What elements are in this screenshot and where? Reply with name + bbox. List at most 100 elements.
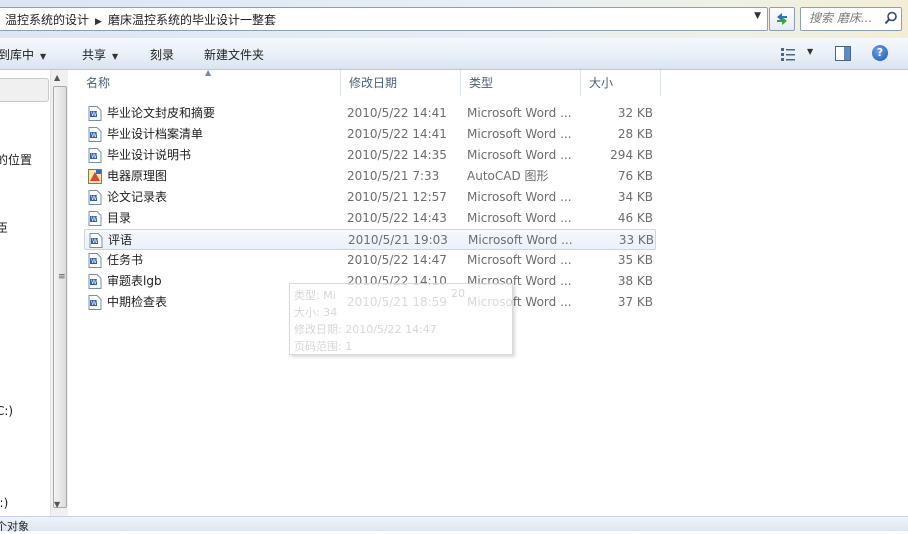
include-in-library-button[interactable]: 到库中 ▼ — [0, 46, 46, 63]
file-size: 76 KB — [617, 169, 653, 183]
grip-icon: ≡ — [58, 272, 66, 282]
nav-item-drive-i[interactable]: I:) — [0, 496, 8, 510]
command-toolbar: 到库中 ▼ 共享 ▼ 刻录 新建文件夹 ▼ ? — [0, 38, 908, 70]
column-header-size[interactable]: 大小 — [581, 70, 661, 96]
search-input[interactable] — [801, 8, 883, 28]
file-name: 评语 — [108, 233, 133, 247]
scroll-up-icon[interactable]: ▲ — [54, 73, 60, 82]
new-folder-button[interactable]: 新建文件夹 — [204, 46, 264, 63]
refresh-icon — [777, 13, 787, 25]
file-type: Microsoft Word ... — [467, 211, 572, 225]
file-date: 2010/5/21 19:03 — [348, 233, 448, 247]
file-row[interactable]: W 目录 2010/5/22 14:43 Microsoft Word ... 46 K… — [84, 208, 656, 229]
tooltip-line: 页码范围: 1 — [294, 340, 353, 353]
file-type: AutoCAD 图形 — [467, 169, 549, 183]
nav-item-computer[interactable]: 臣 — [0, 219, 8, 236]
nav-selected-item[interactable] — [0, 78, 49, 102]
svg-text:W: W — [91, 111, 97, 118]
file-name: 任务书 — [107, 253, 144, 267]
file-date: 2010/5/22 14:41 — [347, 127, 447, 141]
file-row[interactable]: W 毕业论文封皮和摘要 2010/5/22 14:41 Microsoft Word … — [84, 103, 656, 124]
svg-text:W: W — [91, 132, 97, 139]
preview-pane-button[interactable] — [835, 46, 853, 62]
column-headers: 名称 ▲ 修改日期 类型 大小 — [68, 68, 908, 96]
share-button[interactable]: 共享 ▼ — [82, 46, 118, 63]
help-button[interactable]: ? — [872, 45, 888, 61]
file-name: 电器原理图 — [107, 169, 168, 183]
navigation-pane: 的位置 臣 C:) I:) ▲ ≡ ▼ — [0, 70, 68, 516]
file-size: 34 KB — [617, 190, 653, 204]
file-type: Microsoft Word ... — [467, 106, 572, 120]
file-size: 35 KB — [617, 253, 653, 267]
file-size: 28 KB — [617, 127, 653, 141]
search-icon[interactable] — [884, 11, 898, 25]
file-size: 294 KB — [610, 148, 653, 162]
file-size: 38 KB — [617, 274, 653, 288]
tooltip-line: 修改日期: 2010/5/22 14:47 — [294, 323, 437, 336]
file-date: 2010/5/21 7:33 — [347, 169, 440, 183]
sort-ascending-icon: ▲ — [205, 68, 212, 77]
refresh-button[interactable] — [769, 7, 795, 31]
svg-text:W: W — [91, 153, 97, 160]
nav-item-locations[interactable]: 的位置 — [0, 151, 32, 168]
nav-scrollbar-thumb[interactable]: ≡ — [53, 86, 67, 508]
status-text: 个对象 — [0, 520, 29, 533]
file-name: 毕业设计说明书 — [107, 148, 192, 162]
file-type: Microsoft Word ... — [467, 148, 572, 162]
svg-text:W: W — [91, 195, 97, 202]
address-bar-area: 温控系统的设计 ▶ 磨床温控系统的毕业设计一整套 ▼ — [0, 0, 908, 38]
svg-text:W: W — [92, 238, 98, 245]
svg-text:W: W — [91, 300, 97, 307]
burn-label: 刻录 — [150, 48, 175, 62]
column-header-type[interactable]: 类型 — [461, 70, 581, 96]
svg-text:W: W — [91, 216, 97, 223]
file-type: Microsoft Word ... — [468, 233, 573, 247]
column-name-label: 名称 — [86, 76, 111, 90]
nav-item-drive-c[interactable]: C:) — [0, 404, 13, 418]
help-icon: ? — [876, 46, 884, 59]
column-size-label: 大小 — [589, 76, 614, 90]
word-doc-icon: W — [88, 274, 102, 289]
breadcrumb-item-current[interactable]: 磨床温控系统的毕业设计一整套 — [108, 11, 276, 28]
file-row[interactable]: 电器原理图 2010/5/21 7:33 AutoCAD 图形 76 KB — [84, 166, 656, 187]
share-label: 共享 — [82, 48, 107, 62]
word-doc-icon: W — [89, 233, 103, 248]
view-list-icon — [781, 48, 795, 61]
search-box[interactable] — [800, 7, 902, 31]
file-name: 论文记录表 — [107, 190, 168, 204]
file-size: 32 KB — [617, 106, 653, 120]
file-row[interactable]: W 评语 2010/5/21 19:03 Microsoft Word ... 33 K… — [84, 229, 656, 250]
file-info-tooltip: 类型: Mi 20 大小: 34 修改日期: 2010/5/22 14:47 页… — [289, 283, 513, 355]
breadcrumb-item-parent[interactable]: 温控系统的设计 — [5, 11, 89, 28]
file-name: 目录 — [107, 211, 132, 225]
chevron-down-icon[interactable]: ▼ — [754, 11, 761, 21]
nav-scrollbar[interactable]: ▲ ≡ ▼ — [50, 70, 68, 516]
file-row[interactable]: W 论文记录表 2010/5/21 12:57 Microsoft Word ... 3… — [84, 187, 656, 208]
file-name: 毕业论文封皮和摘要 — [107, 106, 216, 120]
word-doc-icon: W — [88, 190, 102, 205]
autocad-drawing-icon — [88, 169, 102, 184]
file-row[interactable]: W 毕业设计档案清单 2010/5/22 14:41 Microsoft Word .… — [84, 124, 656, 145]
tooltip-line: 大小: 34 — [294, 306, 338, 319]
address-bar[interactable]: 温控系统的设计 ▶ 磨床温控系统的毕业设计一整套 ▼ — [0, 7, 768, 31]
word-doc-icon: W — [88, 148, 102, 163]
file-date: 2010/5/22 14:35 — [347, 148, 447, 162]
file-row[interactable]: W 任务书 2010/5/22 14:47 Microsoft Word ... 35 … — [84, 250, 656, 271]
file-name: 中期检查表 — [107, 295, 168, 309]
include-in-library-label: 到库中 — [0, 48, 35, 62]
file-date: 2010/5/21 12:57 — [347, 190, 447, 204]
word-doc-icon: W — [88, 211, 102, 226]
file-row[interactable]: W 毕业设计说明书 2010/5/22 14:35 Microsoft Word ..… — [84, 145, 656, 166]
word-doc-icon: W — [88, 253, 102, 268]
scroll-down-icon[interactable]: ▼ — [54, 500, 60, 509]
file-type: Microsoft Word ... — [467, 190, 572, 204]
chevron-right-icon[interactable]: ▶ — [89, 17, 108, 27]
file-size: 46 KB — [617, 211, 653, 225]
file-size: 37 KB — [617, 295, 653, 309]
chevron-down-icon: ▼ — [807, 47, 814, 56]
file-type: Microsoft Word ... — [467, 127, 572, 141]
burn-button[interactable]: 刻录 — [150, 46, 174, 63]
column-header-date[interactable]: 修改日期 — [341, 70, 461, 96]
file-date: 2010/5/22 14:41 — [347, 106, 447, 120]
change-view-button[interactable]: ▼ — [780, 46, 820, 62]
